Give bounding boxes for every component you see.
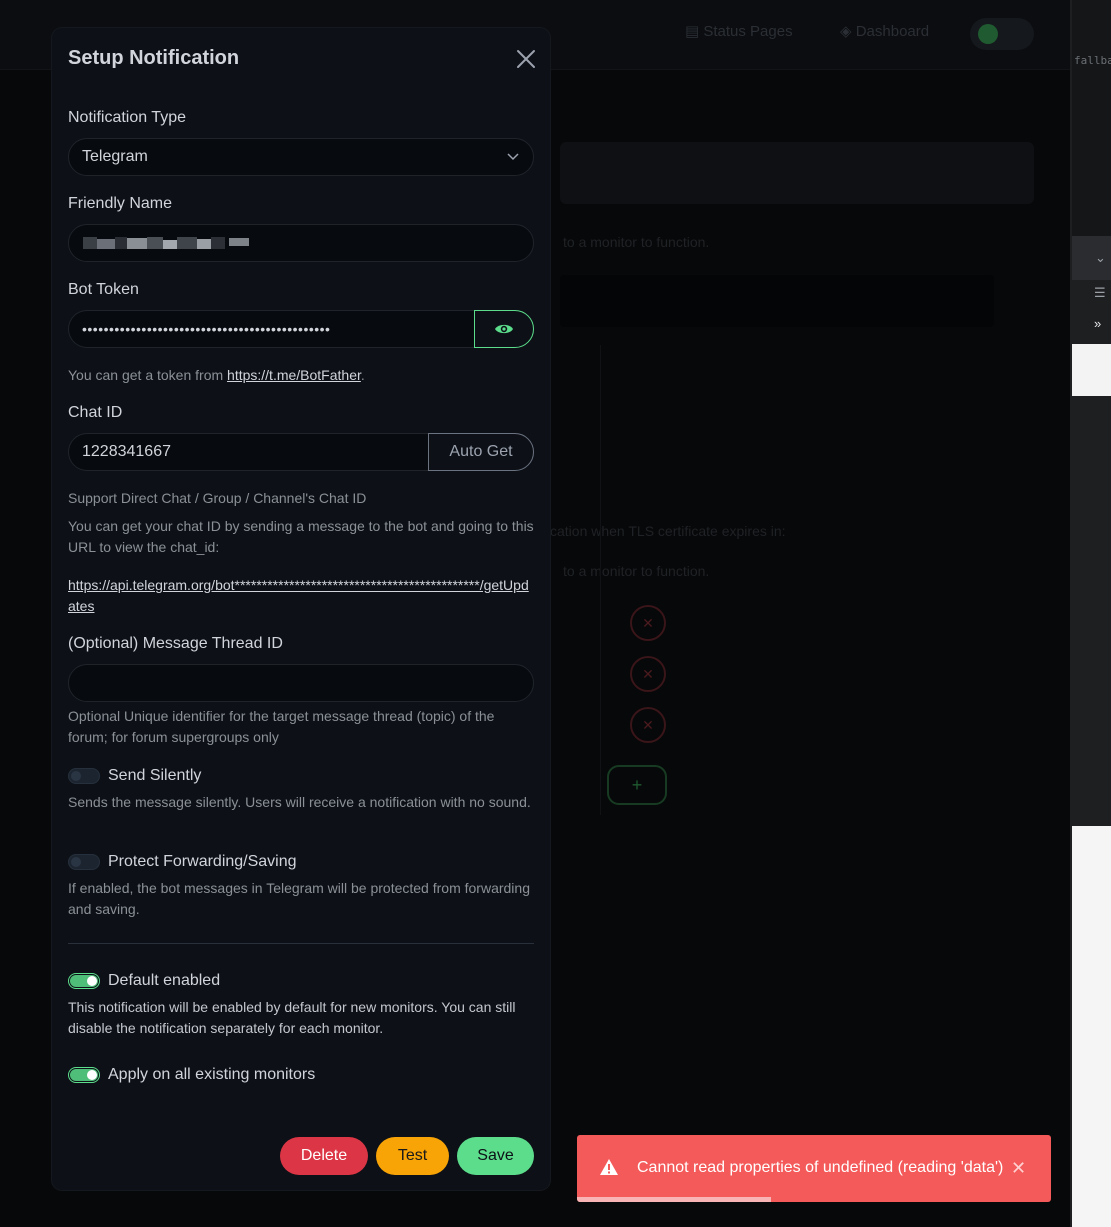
toast-progress-bar — [577, 1197, 772, 1202]
nav-status-pages: ▤ Status Pages — [685, 23, 793, 40]
save-button[interactable]: Save — [457, 1137, 534, 1175]
dialog-title: Setup Notification — [68, 47, 240, 69]
auto-get-button[interactable]: Auto Get — [428, 433, 534, 471]
remove-icon: ✕ — [630, 656, 666, 692]
remove-icon: ✕ — [630, 707, 666, 743]
chat-id-help: You can get your chat ID by sending a me… — [68, 518, 534, 555]
chevron-down-icon: ⌄ — [1095, 250, 1106, 265]
chat-id-input[interactable]: 1228341667 — [68, 433, 429, 471]
bot-token-input[interactable]: ••••••••••••••••••••••••••••••••••••••••… — [68, 310, 475, 348]
nav-dashboard: ◈ Dashboard — [840, 23, 930, 40]
apply-existing-row: Apply on all existing monitors — [68, 1065, 315, 1085]
protect-forwarding-label: Protect Forwarding/Saving — [108, 853, 297, 870]
bot-token-group: ••••••••••••••••••••••••••••••••••••••••… — [68, 310, 534, 348]
send-silently-row: Send Silently — [68, 766, 201, 786]
protect-forwarding-toggle[interactable] — [68, 854, 100, 870]
chat-id-group: 1228341667 Auto Get — [68, 433, 534, 471]
redacted-text — [83, 237, 249, 249]
botfather-link[interactable]: https://t.me/BotFather — [227, 367, 361, 383]
background-divider — [600, 345, 601, 815]
default-enabled-row: Default enabled — [68, 971, 220, 991]
chat-id-label: Chat ID — [68, 404, 123, 421]
friendly-name-input[interactable] — [68, 224, 534, 262]
get-updates-link[interactable]: https://api.telegram.org/bot************… — [68, 575, 534, 617]
close-button[interactable] — [514, 47, 538, 71]
add-icon: + — [607, 765, 667, 805]
chevron-down-icon — [507, 153, 519, 161]
chat-id-support-text: Support Direct Chat / Group / Channel's … — [68, 490, 367, 506]
background-help-text: cation when TLS certificate expires in: — [550, 523, 786, 539]
thread-id-help: Optional Unique identifier for the targe… — [68, 708, 495, 745]
notification-type-select[interactable]: Telegram — [68, 138, 534, 176]
protect-forwarding-help: If enabled, the bot messages in Telegram… — [68, 880, 530, 917]
dashboard-icon: ◈ — [840, 23, 856, 40]
error-toast[interactable]: Cannot read properties of undefined (rea… — [577, 1135, 1051, 1202]
warning-icon — [600, 1159, 618, 1175]
test-button[interactable]: Test — [376, 1137, 449, 1175]
avatar — [978, 24, 998, 44]
toast-close-button[interactable]: ✕ — [1011, 1158, 1026, 1179]
side-window-panel — [1072, 826, 1111, 1227]
send-silently-toggle[interactable] — [68, 768, 100, 784]
protect-forwarding-row: Protect Forwarding/Saving — [68, 852, 297, 872]
toast-message: Cannot read properties of undefined (rea… — [637, 1159, 1004, 1176]
friendly-name-label: Friendly Name — [68, 195, 173, 212]
default-enabled-help: This notification will be enabled by def… — [68, 999, 516, 1036]
divider — [68, 943, 534, 944]
bot-token-label: Bot Token — [68, 281, 139, 298]
bot-token-help: You can get a token from https://t.me/Bo… — [68, 367, 365, 383]
status-pages-icon: ▤ — [685, 23, 704, 40]
thread-id-input[interactable] — [68, 664, 534, 702]
background-help-text: to a monitor to function. — [563, 563, 710, 579]
menu-icon: ☰ — [1094, 285, 1106, 300]
eye-icon — [495, 324, 513, 334]
close-icon — [517, 50, 535, 68]
editor-code-snippet: fallbac — [1074, 54, 1111, 67]
default-enabled-toggle[interactable] — [68, 973, 100, 989]
setup-notification-dialog: Setup Notification Notification Type Tel… — [52, 28, 550, 1190]
apply-existing-toggle[interactable] — [68, 1067, 100, 1083]
delete-button[interactable]: Delete — [280, 1137, 368, 1175]
expand-icon: » — [1094, 316, 1102, 331]
notification-type-label: Notification Type — [68, 109, 186, 126]
background-panel — [560, 142, 1034, 204]
side-window-panel — [1072, 344, 1111, 396]
close-icon: ✕ — [1011, 1158, 1027, 1178]
side-window-editor — [1072, 0, 1111, 236]
default-enabled-label: Default enabled — [108, 972, 221, 989]
toggle-visibility-button[interactable] — [474, 310, 534, 348]
apply-existing-label: Apply on all existing monitors — [108, 1066, 316, 1083]
remove-icon: ✕ — [630, 605, 666, 641]
thread-id-label: (Optional) Message Thread ID — [68, 635, 283, 652]
send-silently-help: Sends the message silently. Users will r… — [68, 794, 531, 810]
background-panel-dark — [560, 275, 994, 327]
background-help-text: to a monitor to function. — [563, 234, 710, 250]
send-silently-label: Send Silently — [108, 767, 202, 784]
notification-type-value: Telegram — [82, 148, 148, 165]
